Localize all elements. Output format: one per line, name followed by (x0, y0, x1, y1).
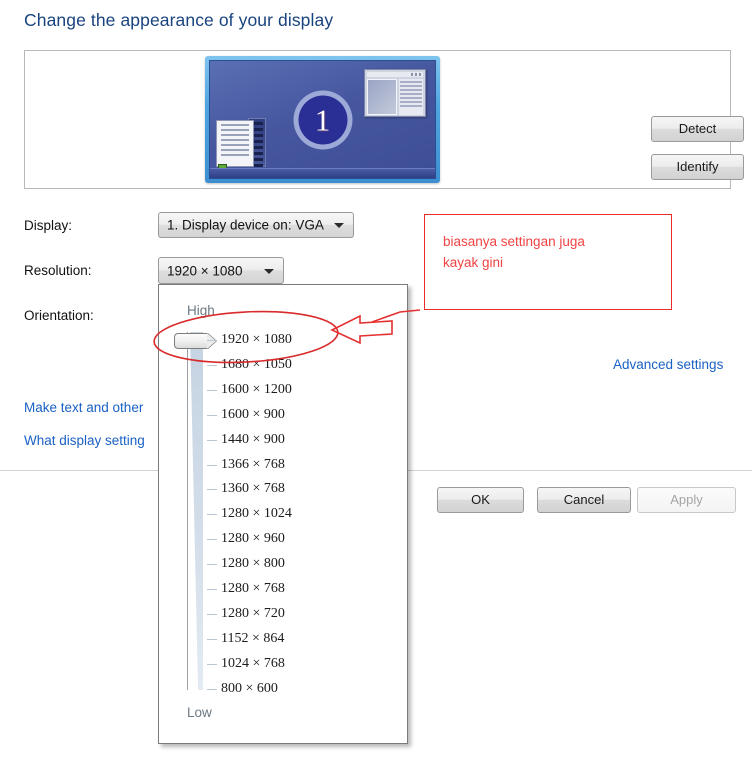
resolution-tick (207, 439, 217, 441)
resolution-tick (207, 389, 217, 391)
page-title: Change the appearance of your display (24, 10, 334, 30)
annotation-box: biasanya settingan juga kayak gini (424, 214, 672, 310)
chevron-down-icon (334, 223, 344, 228)
resolution-option[interactable]: 1152 × 864 (221, 631, 284, 647)
start-orb-icon (218, 164, 227, 173)
resolution-slider-thumb[interactable] (174, 333, 208, 349)
desktop-sheet-graphic (216, 120, 254, 167)
chevron-down-icon (264, 268, 274, 274)
what-display-settings-link[interactable]: What display setting (24, 433, 145, 448)
detect-button[interactable]: Detect (651, 116, 744, 142)
resolution-option[interactable]: 1280 × 800 (221, 556, 285, 572)
resolution-option[interactable]: 1600 × 1200 (221, 382, 292, 398)
resolution-tick (207, 364, 217, 366)
resolution-option[interactable]: 1366 × 768 (221, 457, 285, 473)
dropdown-low-label: Low (187, 705, 212, 720)
resolution-tick (207, 589, 217, 590)
resolution-tick (207, 340, 217, 341)
resolution-option[interactable]: 1680 × 1050 (221, 357, 292, 373)
resolution-tick (207, 489, 217, 491)
dropdown-high-label: High (187, 303, 215, 318)
resolution-tick (207, 613, 217, 615)
orientation-label: Orientation: (24, 308, 94, 323)
resolution-label: Resolution: (24, 263, 92, 278)
resolution-option[interactable]: 1360 × 768 (221, 481, 285, 497)
display-preview-panel: 1 Detect Identify (24, 50, 744, 189)
resolution-tick (207, 688, 217, 690)
resolution-option[interactable]: 1280 × 960 (221, 531, 285, 547)
resolution-option[interactable]: 1920 × 1080 (221, 332, 292, 348)
resolution-value: 1920 × 1080 (167, 263, 243, 278)
display-label: Display: (24, 218, 73, 233)
display-number-badge: 1 (293, 90, 352, 149)
resolution-select[interactable]: 1920 × 1080 (158, 257, 284, 284)
resolution-option[interactable]: 1440 × 900 (221, 432, 285, 448)
monitor-screen: 1 (209, 60, 436, 179)
monitor-preview[interactable]: 1 (205, 56, 440, 183)
resolution-slider-track[interactable] (187, 332, 203, 690)
identify-button[interactable]: Identify (651, 154, 744, 180)
annotation-text: biasanya settingan juga kayak gini (443, 234, 585, 270)
desktop-document-icon (216, 118, 266, 173)
advanced-settings-link[interactable]: Advanced settings (613, 357, 723, 372)
desktop-window-graphic (364, 69, 426, 117)
resolution-tick (207, 464, 217, 466)
resolution-option[interactable]: 1024 × 768 (221, 656, 285, 672)
apply-button: Apply (637, 487, 736, 513)
display-device-select[interactable]: 1. Display device on: VGA (158, 212, 354, 238)
ok-button[interactable]: OK (437, 487, 524, 513)
resolution-tick (207, 414, 217, 416)
resolution-dropdown-popup[interactable]: High 1920 × 1080 1680 × 1050 1600 × 1200 16… (158, 284, 408, 744)
resolution-tick (207, 539, 217, 541)
resolution-tick (207, 564, 217, 566)
display-device-value: 1. Display device on: VGA (167, 217, 324, 233)
resolution-tick (207, 638, 217, 640)
resolution-tick (207, 514, 217, 516)
resolution-option[interactable]: 1280 × 1024 (221, 506, 292, 522)
resolution-option[interactable]: 1280 × 768 (221, 581, 285, 597)
make-text-larger-link[interactable]: Make text and other (24, 400, 143, 415)
cancel-button[interactable]: Cancel (537, 487, 631, 513)
resolution-option[interactable]: 1600 × 900 (221, 407, 285, 423)
resolution-option[interactable]: 1280 × 720 (221, 606, 285, 622)
resolution-option[interactable]: 800 × 600 (221, 681, 278, 697)
resolution-tick (207, 663, 217, 665)
display-number-label: 1 (314, 102, 331, 137)
